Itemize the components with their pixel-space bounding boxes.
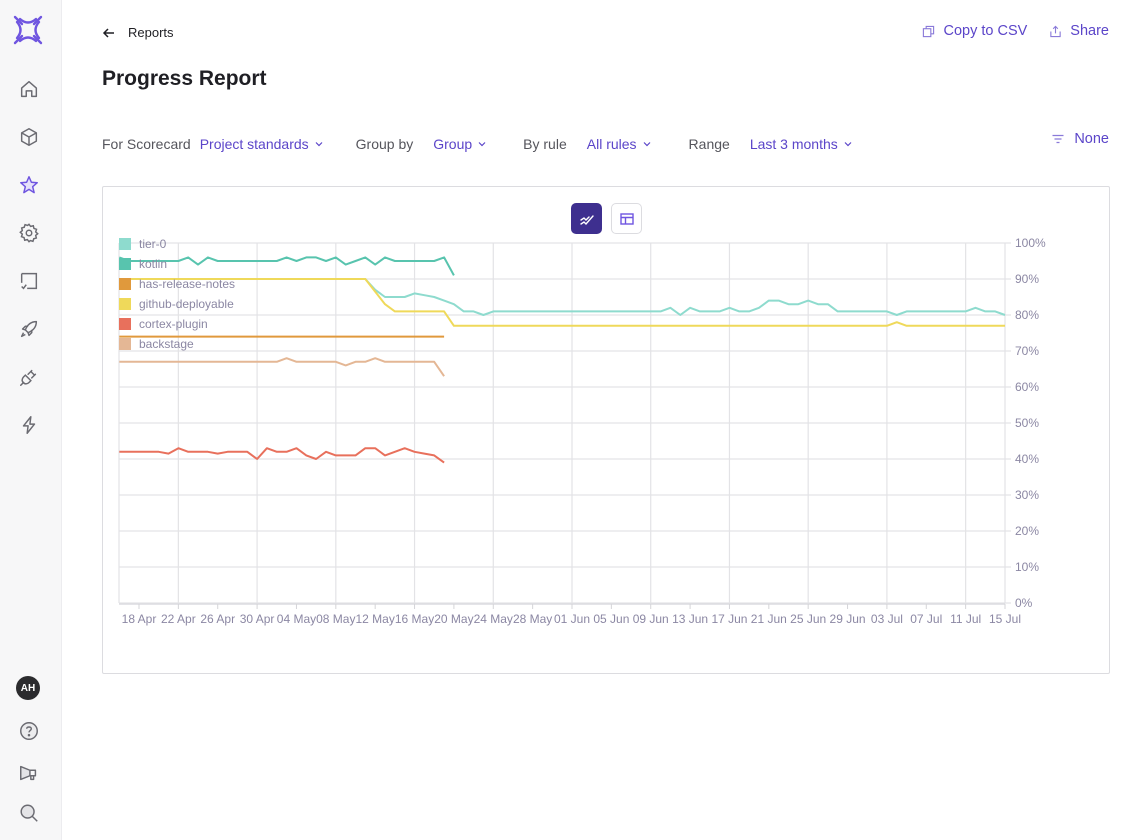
scorecard-value: Project standards (199, 136, 309, 152)
header-actions: Copy to CSV Share (922, 23, 1109, 39)
group-by-label: Group by (355, 136, 414, 152)
chevron-down-icon (478, 142, 486, 147)
chevron-down-icon (315, 142, 323, 147)
help-icon[interactable] (17, 719, 41, 743)
home-icon[interactable] (17, 77, 41, 101)
chart-view-button[interactable] (571, 203, 602, 234)
filter-bar: For Scorecard Project standards Group by… (102, 136, 853, 152)
line-chart-icon (579, 214, 594, 225)
page-title: Progress Report (102, 67, 267, 90)
filter-lines-icon (1052, 134, 1064, 144)
range-dropdown[interactable]: Last 3 months (750, 136, 853, 152)
chevron-down-icon (643, 142, 650, 147)
range-value: Last 3 months (749, 136, 838, 152)
group-by-value: Group (433, 136, 473, 152)
checklist-icon[interactable] (17, 269, 41, 293)
table-view-button[interactable] (611, 203, 642, 234)
copy-to-csv-label: Copy to CSV (943, 23, 1028, 39)
arrow-left-icon (102, 27, 114, 38)
scorecard-filter-label: For Scorecard (102, 136, 191, 152)
share-button[interactable]: Share (1049, 23, 1109, 39)
rocket-icon[interactable] (17, 317, 41, 341)
scorecard-dropdown[interactable]: Project standards (200, 136, 324, 152)
table-icon (619, 212, 634, 225)
sort-value: None (1074, 131, 1109, 147)
cortex-logo-icon[interactable] (12, 14, 44, 46)
chart-card (102, 186, 1110, 674)
user-avatar[interactable]: AH (16, 676, 40, 700)
sidebar: AH (0, 0, 62, 840)
sort-filter-button[interactable]: None (1051, 131, 1109, 147)
rule-filter-label: By rule (523, 136, 567, 152)
lightning-icon[interactable] (17, 413, 41, 437)
view-toggle (571, 203, 642, 234)
chevron-down-icon (844, 142, 852, 147)
back-to-reports-link[interactable]: Reports (102, 25, 174, 40)
rule-dropdown[interactable]: All rules (587, 136, 652, 152)
back-label: Reports (128, 25, 174, 40)
range-filter-label: Range (688, 136, 730, 152)
gear-icon[interactable] (17, 221, 41, 245)
megaphone-icon[interactable] (17, 761, 41, 785)
copy-icon (923, 25, 935, 37)
copy-to-csv-button[interactable]: Copy to CSV (922, 23, 1027, 39)
cube-icon[interactable] (17, 125, 41, 149)
group-by-dropdown[interactable]: Group (433, 136, 487, 152)
search-icon[interactable] (17, 801, 41, 825)
star-icon[interactable] (17, 173, 41, 197)
plug-icon[interactable] (17, 365, 41, 389)
share-icon (1050, 25, 1061, 37)
share-label: Share (1070, 23, 1109, 39)
rule-value: All rules (586, 136, 637, 152)
